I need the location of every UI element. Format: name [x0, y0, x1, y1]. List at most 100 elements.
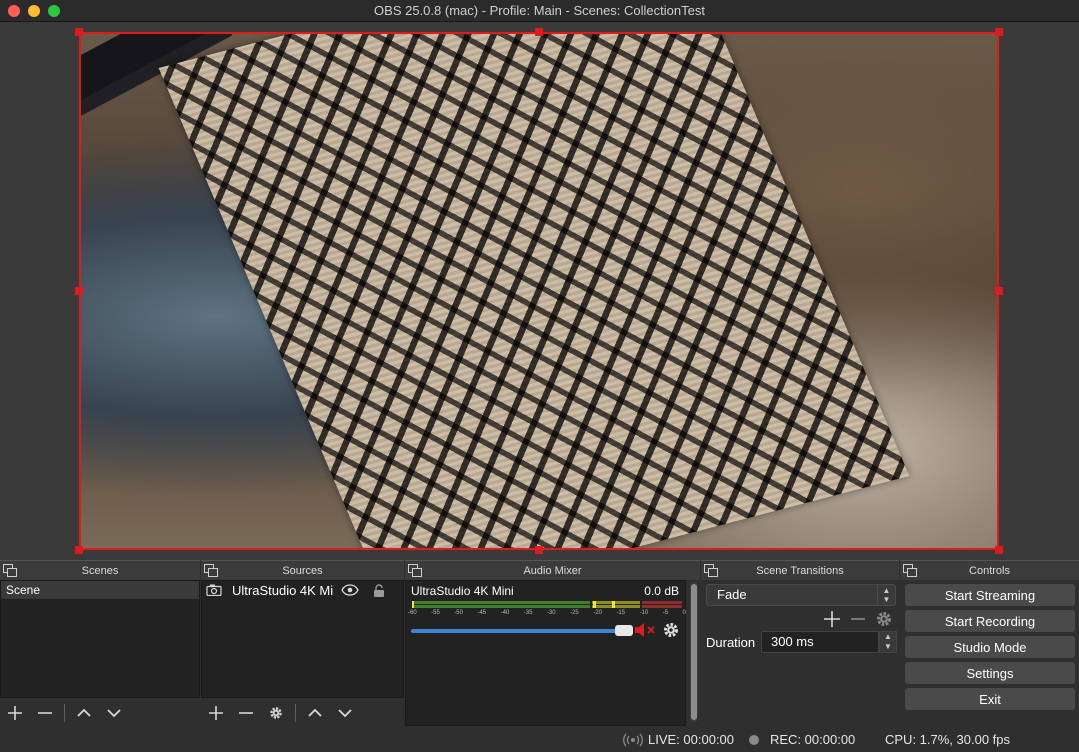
resize-handle-bottom[interactable]: [535, 546, 543, 554]
resize-handle-bottom-right[interactable]: [995, 546, 1003, 554]
title-bar: OBS 25.0.8 (mac) - Profile: Main - Scene…: [0, 0, 1079, 22]
volume-slider[interactable]: [411, 625, 633, 637]
toolbar-separator: [295, 704, 296, 722]
exit-button[interactable]: Exit: [905, 688, 1075, 710]
controls-dock-header[interactable]: Controls: [900, 560, 1079, 580]
undock-icon[interactable]: [3, 564, 17, 577]
resize-handle-top-right[interactable]: [995, 28, 1003, 36]
undock-icon[interactable]: [408, 564, 422, 577]
resize-handle-bottom-left[interactable]: [75, 546, 83, 554]
window-controls: [8, 5, 60, 17]
meter-tick: -20: [593, 610, 602, 616]
start-streaming-button[interactable]: Start Streaming: [905, 584, 1075, 606]
chevron-up-icon: [77, 708, 91, 717]
gear-icon[interactable]: [875, 610, 893, 628]
settings-button[interactable]: Settings: [905, 662, 1075, 684]
duration-input[interactable]: 300 ms: [761, 631, 879, 653]
scene-transitions-dock: Scene Transitions Fade ▲ ▼ Duration 300 m…: [701, 560, 899, 728]
audio-mixer-dock-header[interactable]: Audio Mixer: [405, 560, 700, 580]
plus-icon: [209, 706, 223, 720]
meter-tick: -60: [408, 610, 417, 616]
meter-tick: 0: [682, 610, 686, 616]
undock-icon[interactable]: [903, 564, 917, 577]
zoom-window-button[interactable]: [48, 5, 60, 17]
undock-icon[interactable]: [704, 564, 718, 577]
minimize-window-button[interactable]: [28, 5, 40, 17]
meter-scale: -60 -55 -50 -45 -40 -35 -30 -25 -20 -15 …: [408, 610, 686, 620]
source-name: UltraStudio 4K Mi: [232, 582, 334, 598]
preview-canvas[interactable]: [79, 32, 999, 550]
scenes-dock-header[interactable]: Scenes: [0, 560, 200, 580]
transition-select[interactable]: Fade ▲ ▼: [706, 584, 896, 606]
meter-tick: -35: [523, 610, 533, 616]
select-arrows-icon: ▲ ▼: [877, 585, 895, 605]
resize-handle-top[interactable]: [535, 28, 543, 36]
audio-mixer-dock-title: Audio Mixer: [523, 564, 582, 577]
mixer-scrollbar[interactable]: [690, 582, 698, 722]
resize-handle-right[interactable]: [995, 287, 1003, 295]
minus-icon[interactable]: [849, 610, 867, 628]
meter-tick: -30: [546, 610, 556, 616]
transition-toolbar: [701, 608, 899, 632]
preview-area[interactable]: [0, 22, 1079, 560]
add-source-button[interactable]: [201, 701, 231, 725]
plus-icon: [8, 706, 22, 720]
scenes-toolbar: [0, 700, 200, 726]
move-scene-up-button[interactable]: [69, 701, 99, 725]
sources-dock-title: Sources: [282, 564, 323, 577]
sources-dock: Sources UltraStudio 4K Mi: [201, 560, 404, 728]
chevron-down-icon: [107, 709, 121, 718]
scene-transitions-dock-header[interactable]: Scene Transitions: [701, 560, 899, 580]
eye-icon[interactable]: [341, 584, 359, 596]
sources-list[interactable]: UltraStudio 4K Mi: [201, 580, 404, 698]
meter-tick: -25: [570, 610, 579, 616]
meter-tick: -10: [639, 610, 649, 616]
studio-mode-button[interactable]: Studio Mode: [905, 636, 1075, 658]
add-scene-button[interactable]: [0, 701, 30, 725]
minus-icon: [239, 712, 253, 714]
controls-dock: Controls Start Streaming Start Recording…: [900, 560, 1079, 728]
scenes-dock: Scenes Scene: [0, 560, 200, 728]
duration-value: 300 ms: [771, 634, 814, 649]
plus-icon[interactable]: [823, 610, 841, 628]
move-scene-down-button[interactable]: [99, 701, 129, 725]
scenes-dock-title: Scenes: [81, 564, 119, 577]
resize-handle-left[interactable]: [75, 287, 83, 295]
video-frame-fabric: [158, 32, 910, 550]
move-source-down-button[interactable]: [330, 701, 360, 725]
remove-source-button[interactable]: [231, 701, 261, 725]
move-source-up-button[interactable]: [300, 701, 330, 725]
duration-stepper[interactable]: ▲ ▼: [879, 631, 897, 653]
start-recording-button[interactable]: Start Recording: [905, 610, 1075, 632]
close-window-button[interactable]: [8, 5, 20, 17]
cpu-fps-status: CPU: 1.7%, 30.00 fps: [885, 732, 1011, 747]
controls-dock-title: Controls: [969, 564, 1010, 577]
meter-tick: -5: [662, 610, 669, 616]
scene-list-item[interactable]: Scene: [1, 581, 199, 599]
audio-mixer-panel: UltraStudio 4K Mini 0.0 dB -60 -55 -50 -…: [405, 580, 686, 726]
gear-icon[interactable]: [662, 621, 680, 639]
stepper-up-icon[interactable]: ▲: [884, 632, 892, 641]
mixer-channel-name: UltraStudio 4K Mini: [411, 584, 514, 598]
source-properties-button[interactable]: [261, 701, 291, 725]
volume-slider-handle[interactable]: [615, 625, 633, 636]
scene-transitions-dock-title: Scene Transitions: [756, 564, 844, 577]
undock-icon[interactable]: [204, 564, 218, 577]
camera-icon: [206, 584, 222, 596]
live-timer: LIVE: 00:00:00: [648, 732, 735, 747]
remove-scene-button[interactable]: [30, 701, 60, 725]
volume-meter: [412, 601, 682, 609]
meter-tick: -55: [431, 610, 440, 616]
sources-dock-header[interactable]: Sources: [201, 560, 404, 580]
unlock-icon[interactable]: [373, 583, 385, 597]
docks-area: Scenes Scene Sources UltraStudio 4K Mi A…: [0, 560, 1079, 728]
source-list-item[interactable]: UltraStudio 4K Mi: [202, 581, 403, 599]
mute-icon[interactable]: [634, 622, 658, 638]
mixer-scrollbar-thumb[interactable]: [691, 584, 697, 720]
meter-tick: -50: [454, 610, 463, 616]
stepper-down-icon[interactable]: ▼: [884, 642, 892, 651]
mixer-channel-db: 0.0 dB: [644, 584, 679, 598]
resize-handle-top-left[interactable]: [75, 28, 83, 36]
chevron-down-icon: [338, 709, 352, 718]
scenes-list[interactable]: Scene: [0, 580, 200, 698]
